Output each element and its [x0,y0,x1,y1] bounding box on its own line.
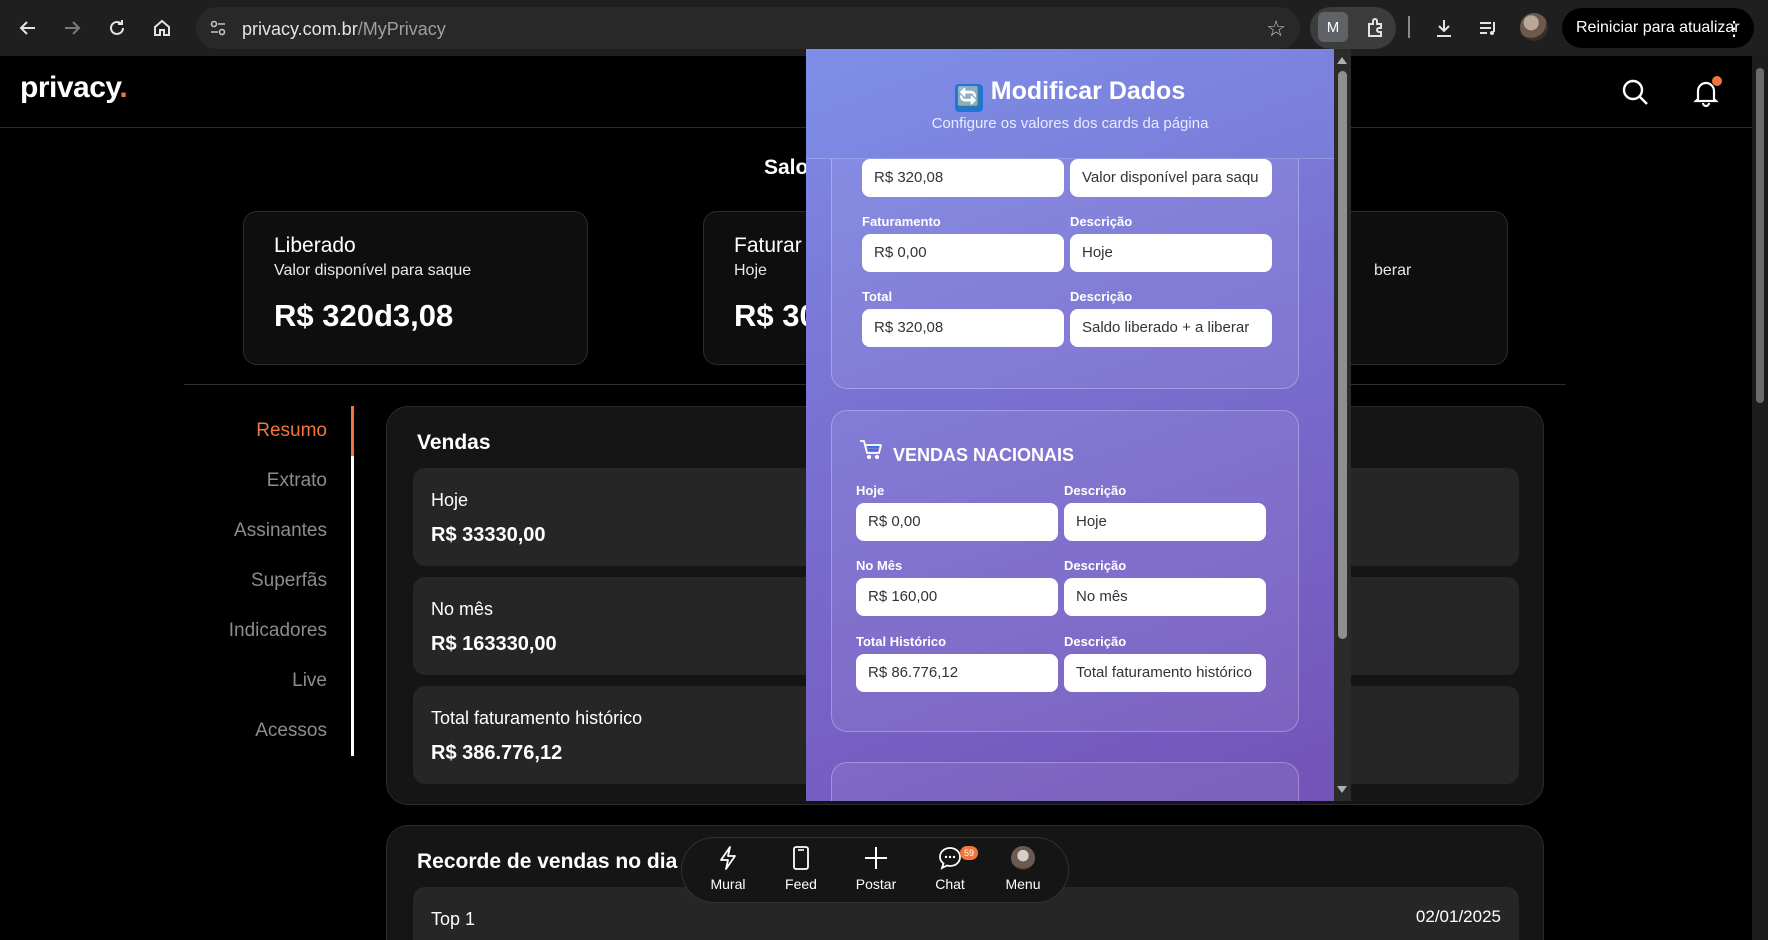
no-mes-label: No Mês [856,558,903,573]
avatar-icon [993,844,1053,872]
popup-scrollbar[interactable] [1334,49,1351,801]
toolbar-separator [1408,16,1410,38]
browser-toolbar: privacy.com.br/MyPrivacy ☆ M Reiniciar p… [0,0,1768,56]
no-mes-value-input[interactable] [856,578,1058,616]
hoje-value-input[interactable] [856,503,1058,541]
nav-label: Postar [855,876,897,892]
side-nav-resumo[interactable]: Resumo [256,420,327,442]
extension-popup: 🔄 Modificar Dados Configure os valores do… [806,49,1351,801]
liberado-value-input[interactable] [862,159,1064,197]
card-value: R$ 320d3,08 [274,298,454,333]
side-nav-acessos[interactable]: Acessos [255,720,327,742]
home-icon[interactable] [146,12,178,44]
bottom-nav-mural[interactable]: Mural [698,844,758,892]
url-text: privacy.com.br/MyPrivacy [242,19,446,39]
faturamento-label: Faturamento [862,214,941,229]
row-label: Total faturamento histórico [431,708,643,728]
bolt-icon [698,844,758,872]
row-value: R$ 33330,00 [431,524,546,546]
popup-scrollbar-thumb[interactable] [1338,71,1347,639]
faturamento-value-input[interactable] [862,234,1064,272]
refresh-icon: 🔄 [954,84,983,112]
scroll-up-arrow-icon[interactable] [1337,57,1347,64]
more-menu-icon[interactable]: ⋮ [1724,16,1744,41]
search-icon[interactable] [1619,76,1651,108]
restart-to-update-button[interactable]: Reiniciar para atualizar ⋮ [1562,8,1754,48]
section-vendas-nacionais: VENDAS NACIONAIS Hoje Descrição No Mês D… [831,410,1299,732]
total-desc-input[interactable] [1070,309,1272,347]
plus-icon [846,844,906,872]
popup-subtitle: Configure os valores dos cards da página [931,115,1209,132]
hoje-label: Hoje [856,483,885,498]
nav-label: Menu [1005,876,1041,892]
row-date: 02/01/2025 [1415,907,1501,926]
side-nav-superfas[interactable]: Superfãs [251,570,327,592]
popup-title: 🔄 Modificar Dados [806,77,1334,112]
card-title: Liberado [274,234,356,257]
faturamento-desc-input[interactable] [1070,234,1272,272]
bottom-nav-menu[interactable]: Menu [993,844,1053,892]
total-historico-desc-input[interactable] [1064,654,1266,692]
recorde-title: Recorde de vendas no dia [417,850,678,873]
vendas-title: Vendas [417,431,491,454]
no-mes-desc-label: Descrição [1064,558,1127,573]
total-historico-value-input[interactable] [856,654,1058,692]
address-bar[interactable]: privacy.com.br/MyPrivacy ☆ [196,7,1300,49]
forward-icon[interactable] [56,12,88,44]
no-mes-desc-input[interactable] [1064,578,1266,616]
total-desc-label: Descrição [1070,289,1133,304]
saldo-title: Salo [764,156,809,179]
update-label: Reiniciar para atualizar [1576,19,1740,36]
total-label: Total [862,289,893,304]
bottom-nav-chat[interactable]: 59 Chat [920,844,980,892]
extension-m-button[interactable]: M [1318,12,1348,42]
download-icon[interactable] [1430,14,1458,42]
total-historico-label: Total Histórico [856,634,947,649]
row-label: Top 1 [431,909,476,929]
media-playlist-icon[interactable] [1474,14,1502,42]
site-logo[interactable]: privacy. [20,71,128,105]
liberado-desc-input[interactable] [1070,159,1272,197]
total-historico-desc-label: Descrição [1064,634,1127,649]
faturamento-desc-label: Descrição [1070,214,1133,229]
notification-badge [1712,76,1722,86]
stat-card-liberado: Liberado Valor disponível para saque R$ … [243,211,588,365]
bottom-nav: Mural Feed Postar 59 Chat Menu [681,837,1069,903]
nav-label: Chat [935,876,965,892]
nav-label: Feed [785,876,817,892]
bottom-nav-feed[interactable]: Feed [771,844,831,892]
shopping-cart-icon [859,439,883,466]
profile-avatar[interactable] [1520,13,1548,41]
row-value: R$ 163330,00 [431,633,557,655]
page-scrollbar[interactable] [1752,56,1768,940]
active-indicator [351,406,354,456]
card-subtitle: Valor disponível para saque [274,262,472,279]
bottom-nav-postar[interactable]: Postar [846,844,906,892]
total-value-input[interactable] [862,309,1064,347]
chat-badge: 59 [960,846,978,860]
page-scrollbar-thumb[interactable] [1756,68,1764,403]
scroll-down-arrow-icon[interactable] [1337,786,1347,793]
hoje-desc-label: Descrição [1064,483,1127,498]
popup-header: 🔄 Modificar Dados Configure os valores do… [806,49,1334,159]
reload-icon[interactable] [101,12,133,44]
hoje-desc-input[interactable] [1064,503,1266,541]
back-icon[interactable] [12,12,44,44]
side-nav-live[interactable]: Live [292,670,327,692]
row-label: No mês [431,599,494,619]
section-next [831,762,1299,801]
popup-body: 🔄 Modificar Dados Configure os valores do… [806,49,1334,801]
side-nav-indicadores[interactable]: Indicadores [229,620,327,642]
side-nav: Resumo Extrato Assinantes Superfãs Indic… [190,406,354,756]
side-nav-extrato[interactable]: Extrato [267,470,327,492]
side-nav-assinantes[interactable]: Assinantes [234,520,327,542]
nav-label: Mural [710,876,746,892]
row-label: Hoje [431,490,469,510]
site-info-icon[interactable] [208,18,228,38]
vendas-nacionais-title: VENDAS NACIONAIS [859,439,1074,466]
row-value: R$ 386.776,12 [431,742,563,764]
phone-icon [771,844,831,872]
extensions-puzzle-icon[interactable] [1362,14,1390,42]
bookmark-star-icon[interactable]: ☆ [1266,16,1286,42]
